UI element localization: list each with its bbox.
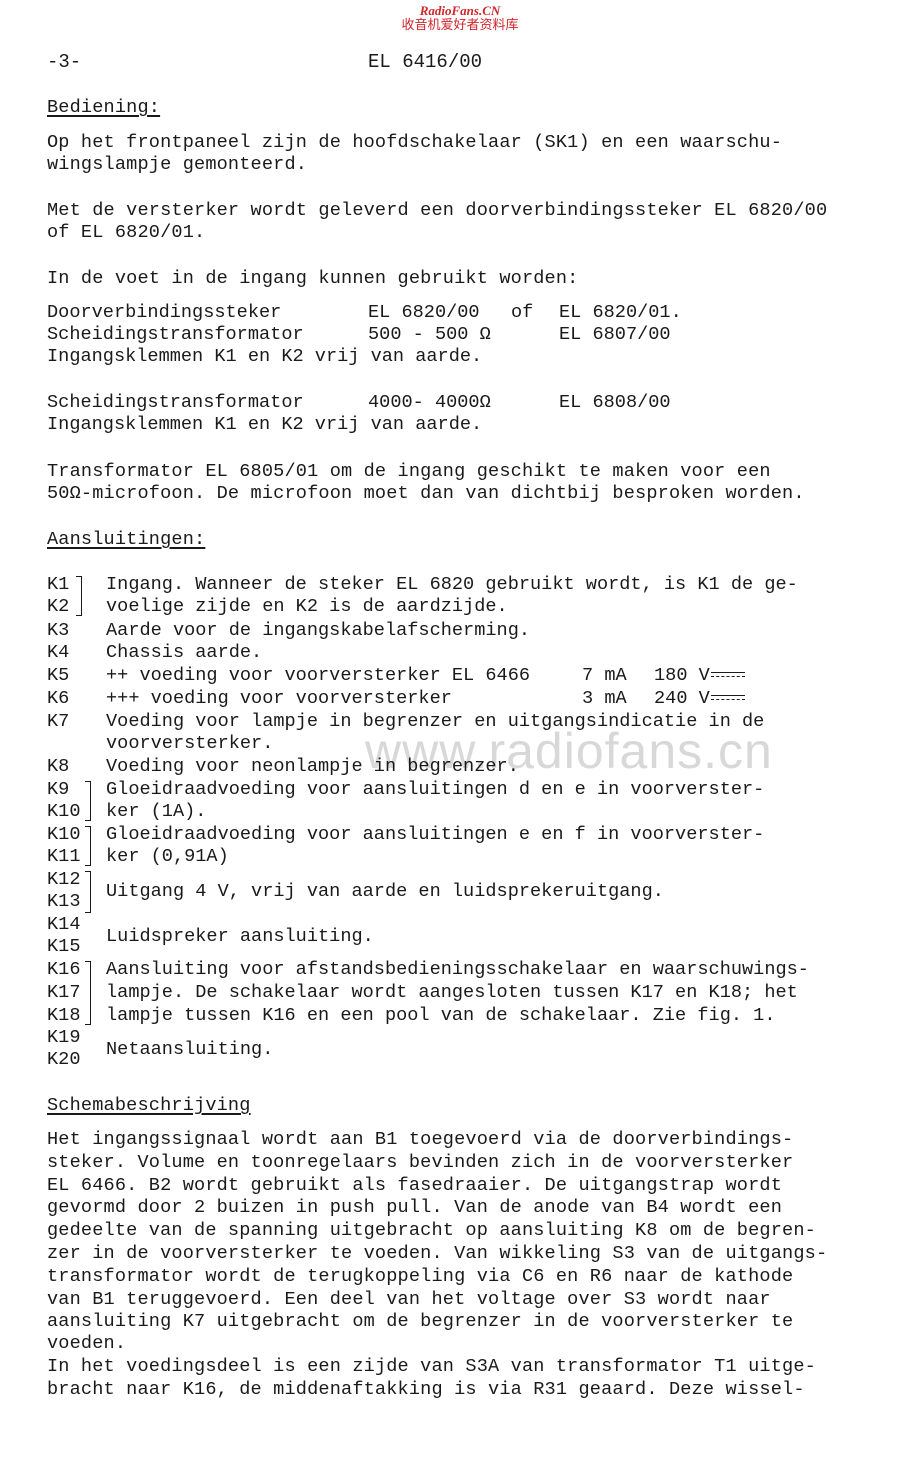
option-name: Scheidingstransformator [47, 392, 304, 413]
connection-text: Voeding voor neonlampje in begrenzer. [106, 756, 519, 777]
terminal-label: K12 [47, 869, 81, 890]
terminal-label: K10 [47, 801, 81, 822]
paragraph-line: aansluiting K7 uitgebracht om de begrenz… [47, 1311, 794, 1332]
watermark-chinese: 收音机爱好者资料库 [401, 18, 519, 33]
connection-text: Chassis aarde. [106, 642, 263, 663]
bracket [85, 871, 91, 913]
bracket [85, 961, 91, 1025]
connection-text: Gloeidraadvoeding voor aansluitingen e e… [106, 824, 765, 845]
option-value: 4000- 4000Ω [368, 392, 491, 413]
connection-text: ker (1A). [106, 801, 207, 822]
option-name: Doorverbindingssteker [47, 302, 282, 323]
bracket [85, 826, 91, 866]
option-value: EL 6820/00 [368, 302, 480, 323]
option-extra: of [511, 302, 534, 323]
terminal-label: K5 [47, 665, 70, 686]
current-value: 3 mA [582, 688, 627, 709]
paragraph-line: Op het frontpaneel zijn de hoofdschakela… [47, 132, 783, 153]
terminal-label: K4 [47, 642, 70, 663]
paragraph-line: steker. Volume en toonregelaars bevinden… [47, 1152, 794, 1173]
paragraph-line: gevormd door 2 buizen in push pull. Van … [47, 1197, 783, 1218]
option-type: EL 6820/01. [559, 302, 682, 323]
terminal-label: K18 [47, 1005, 81, 1026]
connection-text: Ingang. Wanneer de steker EL 6820 gebrui… [106, 574, 798, 595]
paragraph-line: In het voedingsdeel is een zijde van S3A… [47, 1356, 816, 1377]
paragraph-line: transformator wordt de terugkoppeling vi… [47, 1266, 794, 1287]
terminal-label: K2 [47, 596, 70, 617]
paragraph-line: Het ingangssignaal wordt aan B1 toegevoe… [47, 1129, 794, 1150]
connection-text: ++ voeding voor voorversterker EL 6466 [106, 665, 531, 686]
option-type: EL 6807/00 [559, 324, 671, 345]
paragraph-line: of EL 6820/01. [47, 222, 206, 243]
option-note: Ingangsklemmen K1 en K2 vrij van aarde. [47, 346, 483, 367]
paragraph-line: wingslampje gemonteerd. [47, 154, 308, 175]
paragraph-line: EL 6466. B2 wordt gebruikt als fasedraai… [47, 1175, 783, 1196]
terminal-label: K14 [47, 914, 81, 935]
connection-text: Luidspreker aansluiting. [106, 926, 374, 947]
terminal-label: K1 [47, 574, 70, 595]
connection-text: voelige zijde en K2 is de aardzijde. [106, 596, 508, 617]
voltage-value: 240 V [654, 688, 745, 710]
bracket [76, 576, 82, 616]
watermark-brand: RadioFans.CN [419, 3, 501, 18]
connection-text: +++ voeding voor voorversterker [106, 688, 452, 709]
connection-text: Voeding voor lampje in begrenzer en uitg… [106, 711, 765, 732]
connection-text: lampje tussen K16 en een pool van de sch… [106, 1005, 776, 1026]
connection-text: Uitgang 4 V, vrij van aarde en luidsprek… [106, 881, 664, 902]
heading-aansluitingen: Aansluitingen: [47, 529, 206, 550]
bracket [85, 781, 91, 821]
connection-text: Aarde voor de ingangskabelafscherming. [106, 620, 531, 641]
connection-text: Netaansluiting. [106, 1039, 274, 1060]
heading-schemabeschrijving: Schemabeschrijving [47, 1095, 251, 1116]
dc-symbol-icon [710, 694, 745, 702]
document-code: EL 6416/00 [368, 51, 483, 73]
paragraph-line: Transformator EL 6805/01 om de ingang ge… [47, 461, 771, 482]
dc-symbol-icon [710, 671, 745, 679]
terminal-label: K17 [47, 982, 81, 1003]
paragraph-line: zer in de voorversterker te voeden. Van … [47, 1243, 828, 1264]
terminal-label: K11 [47, 846, 81, 867]
terminal-label: K7 [47, 711, 70, 732]
connection-text: voorversterker. [106, 733, 274, 754]
connection-text: lampje. De schakelaar wordt aangesloten … [106, 982, 798, 1003]
paragraph-line: gedeelte van de spanning uitgebracht op … [47, 1220, 816, 1241]
terminal-label: K10 [47, 824, 81, 845]
voltage-value: 180 V [654, 665, 745, 687]
connection-text: Aansluiting voor afstandsbedieningsschak… [106, 959, 809, 980]
watermark-header: RadioFans.CN 收音机爱好者资料库 [0, 3, 920, 34]
terminal-label: K13 [47, 891, 81, 912]
option-value: 500 - 500 Ω [368, 324, 491, 345]
terminal-label: K3 [47, 620, 70, 641]
paragraph-line: Met de versterker wordt geleverd een doo… [47, 200, 828, 221]
option-note: Ingangsklemmen K1 en K2 vrij van aarde. [47, 414, 483, 435]
terminal-label: K6 [47, 688, 70, 709]
paragraph-line: bracht naar K16, de middenaftakking is v… [47, 1379, 805, 1400]
paragraph-line: 50Ω-microfoon. De microfoon moet dan van… [47, 483, 805, 504]
current-value: 7 mA [582, 665, 627, 686]
terminal-label: K16 [47, 959, 81, 980]
terminal-label: K19 [47, 1027, 81, 1048]
connection-text: ker (0,91A) [106, 846, 229, 867]
paragraph-line: In de voet in de ingang kunnen gebruikt … [47, 268, 579, 289]
paragraph-line: voeden. [47, 1333, 127, 1354]
terminal-label: K9 [47, 779, 70, 800]
connection-text: Gloeidraadvoeding voor aansluitingen d e… [106, 779, 765, 800]
option-type: EL 6808/00 [559, 392, 671, 413]
terminal-label: K20 [47, 1049, 81, 1070]
option-name: Scheidingstransformator [47, 324, 304, 345]
terminal-label: K15 [47, 936, 81, 957]
page-number: -3- [47, 51, 82, 73]
heading-bediening: Bediening: [47, 97, 161, 118]
paragraph-line: van B1 teruggevoerd. Een deel van het vo… [47, 1289, 771, 1310]
terminal-label: K8 [47, 756, 70, 777]
